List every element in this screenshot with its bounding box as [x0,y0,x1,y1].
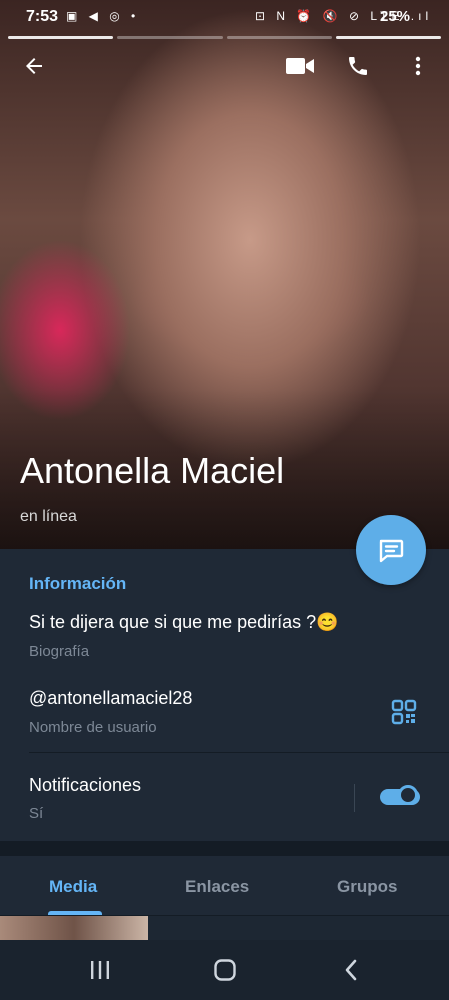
back-nav-button[interactable] [331,952,371,988]
media-thumbnail[interactable] [0,916,148,940]
message-icon [379,539,404,563]
photo-indicator-segment [335,36,441,39]
send-message-button[interactable] [356,515,426,585]
notifications-toggle[interactable] [380,785,420,805]
photo-indicator [8,36,441,39]
arrow-left-icon [26,58,42,74]
home-button[interactable] [205,952,245,988]
notification-icons: ▣ ◀ ◎ • [66,9,140,23]
notifications-value: Sí [29,805,44,822]
photo-indicator-segment [117,36,223,39]
profile-name: Antonella Maciel [20,450,285,491]
row-divider [29,752,449,753]
tab-links[interactable]: Enlaces [185,877,249,897]
bio-label: Biografía [29,643,90,660]
bio-text[interactable]: Si te dijera que si que me pedirías ?😊 [29,612,339,633]
qr-code-icon [391,699,417,725]
info-section-title: Información [29,574,127,593]
photo-indicator-segment [8,36,114,39]
top-app-bar [0,48,449,88]
username-label: Nombre de usuario [29,719,157,736]
video-call-button[interactable] [282,48,318,84]
battery-level: 25% [380,8,411,25]
photo-indicator-segment [226,36,332,39]
tab-media[interactable]: Media [49,877,97,897]
tab-groups[interactable]: Grupos [337,877,397,897]
qr-code-button[interactable] [386,694,422,730]
back-button[interactable] [16,48,52,84]
call-button[interactable] [340,48,376,84]
toggle-knob [398,785,418,805]
chevron-left-icon [345,959,357,981]
username-text[interactable]: @antonellamaciel28 [29,688,192,709]
home-icon [214,959,236,981]
online-status: en línea [20,508,77,525]
toggle-separator [354,784,355,812]
phone-icon [349,57,367,75]
recent-apps-icon [91,961,109,979]
recent-apps-button[interactable] [80,952,120,988]
status-time: 7:53 [26,8,59,25]
video-call-icon [286,58,314,74]
status-bar: 7:53 ▣ ◀ ◎ • ⊡ N ⏰ 🔇 ⊘ LTE .ıl 25% [0,0,449,34]
more-vertical-icon [415,56,421,76]
more-options-button[interactable] [400,48,436,84]
section-gap [0,841,449,856]
notifications-label[interactable]: Notificaciones [29,775,141,796]
